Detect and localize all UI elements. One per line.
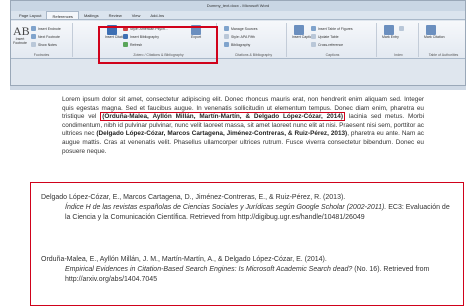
tab-page-layout[interactable]: Page Layout bbox=[14, 11, 46, 19]
tab-mailings[interactable]: Mailings bbox=[79, 11, 104, 19]
update-table-button[interactable]: Update Table bbox=[311, 33, 339, 40]
table-of-authorities-group: Mark Citation Table of Authorities bbox=[421, 23, 465, 57]
word-window: Dummy_text.docx - Microsoft Word Page La… bbox=[10, 0, 466, 86]
update-table-icon bbox=[311, 34, 316, 39]
insert-footnote-button[interactable]: AB Insert Footnote bbox=[13, 24, 30, 45]
insert-caption-button[interactable]: Insert Caption bbox=[292, 25, 314, 39]
caption-icon bbox=[294, 25, 304, 35]
bibliography-menu-icon bbox=[224, 42, 229, 47]
tab-add-ins[interactable]: Add-Ins bbox=[145, 11, 169, 19]
footnotes-group: AB Insert Footnote Insert Endnote Next F… bbox=[11, 23, 73, 57]
zotero-highlight-box bbox=[98, 26, 218, 64]
window-title: Dummy_text.docx - Microsoft Word bbox=[11, 1, 465, 11]
citations-bibliography-group: Manage Sources Style: APA Fifth Bibliogr… bbox=[221, 23, 287, 57]
cross-reference-icon bbox=[311, 42, 316, 47]
insert-table-of-figures-button[interactable]: Insert Table of Figures bbox=[311, 25, 353, 32]
insert-endnote-button[interactable]: Insert Endnote bbox=[31, 25, 61, 32]
ribbon: AB Insert Footnote Insert Endnote Next F… bbox=[11, 21, 465, 59]
endnote-icon bbox=[31, 26, 36, 31]
footnotes-group-label: Footnotes bbox=[33, 53, 50, 57]
tab-references[interactable]: References bbox=[46, 11, 79, 19]
citation-delgado-2013[interactable]: (Delgado López-Cózar, Marcos Cartagena, … bbox=[96, 130, 347, 137]
ribbon-tabs: Page Layout References Mailings Review V… bbox=[11, 11, 465, 20]
ruler bbox=[10, 86, 466, 90]
manage-sources-icon bbox=[224, 26, 229, 31]
show-notes-icon bbox=[31, 42, 36, 47]
next-footnote-button[interactable]: Next Footnote bbox=[31, 33, 60, 40]
table-figures-icon bbox=[311, 26, 316, 31]
index-group: Mark Entry Index bbox=[379, 23, 419, 57]
captions-group: Insert Caption Insert Table of Figures U… bbox=[289, 23, 377, 57]
footnote-icon: AB bbox=[13, 24, 30, 38]
insert-index-icon bbox=[399, 26, 404, 31]
bibliography-box: Delgado López-Cózar, E., Marcos Cartagen… bbox=[30, 182, 464, 306]
style-apa-icon bbox=[224, 34, 229, 39]
next-footnote-icon bbox=[31, 34, 36, 39]
mark-entry-button[interactable]: Mark Entry bbox=[382, 25, 399, 39]
tab-view[interactable]: View bbox=[127, 11, 146, 19]
bibliography-button[interactable]: Bibliography bbox=[224, 41, 250, 48]
style-apa-select[interactable]: Style: APA Fifth bbox=[224, 33, 255, 40]
bibliography-entry: Orduña-Malea, E., Ayllón Millán, J. M., … bbox=[41, 256, 430, 283]
mark-entry-icon bbox=[384, 25, 394, 35]
cross-reference-button[interactable]: Cross-reference bbox=[311, 41, 343, 48]
bibliography-entry: Delgado López-Cózar, E., Marcos Cartagen… bbox=[41, 194, 450, 221]
insert-index-button[interactable] bbox=[399, 25, 406, 32]
table-of-authorities-label: Table of Authorities bbox=[428, 53, 459, 57]
mark-citation-button[interactable]: Mark Citation bbox=[424, 25, 445, 39]
captions-group-label: Captions bbox=[325, 53, 340, 57]
citations-bibliography-label: Citations & Bibliography bbox=[234, 53, 273, 57]
show-notes-button[interactable]: Show Notes bbox=[31, 41, 57, 48]
manage-sources-button[interactable]: Manage Sources bbox=[224, 25, 257, 32]
mark-citation-icon bbox=[426, 25, 436, 35]
document-paragraph: Lorem ipsum dolor sit amet, consectetur … bbox=[62, 96, 425, 155]
citation-orduna-2014[interactable]: (Orduña-Malea, Ayllón Millán, Martín-Mar… bbox=[100, 112, 345, 122]
tab-review[interactable]: Review bbox=[104, 11, 127, 19]
index-group-label: Index bbox=[394, 53, 403, 57]
